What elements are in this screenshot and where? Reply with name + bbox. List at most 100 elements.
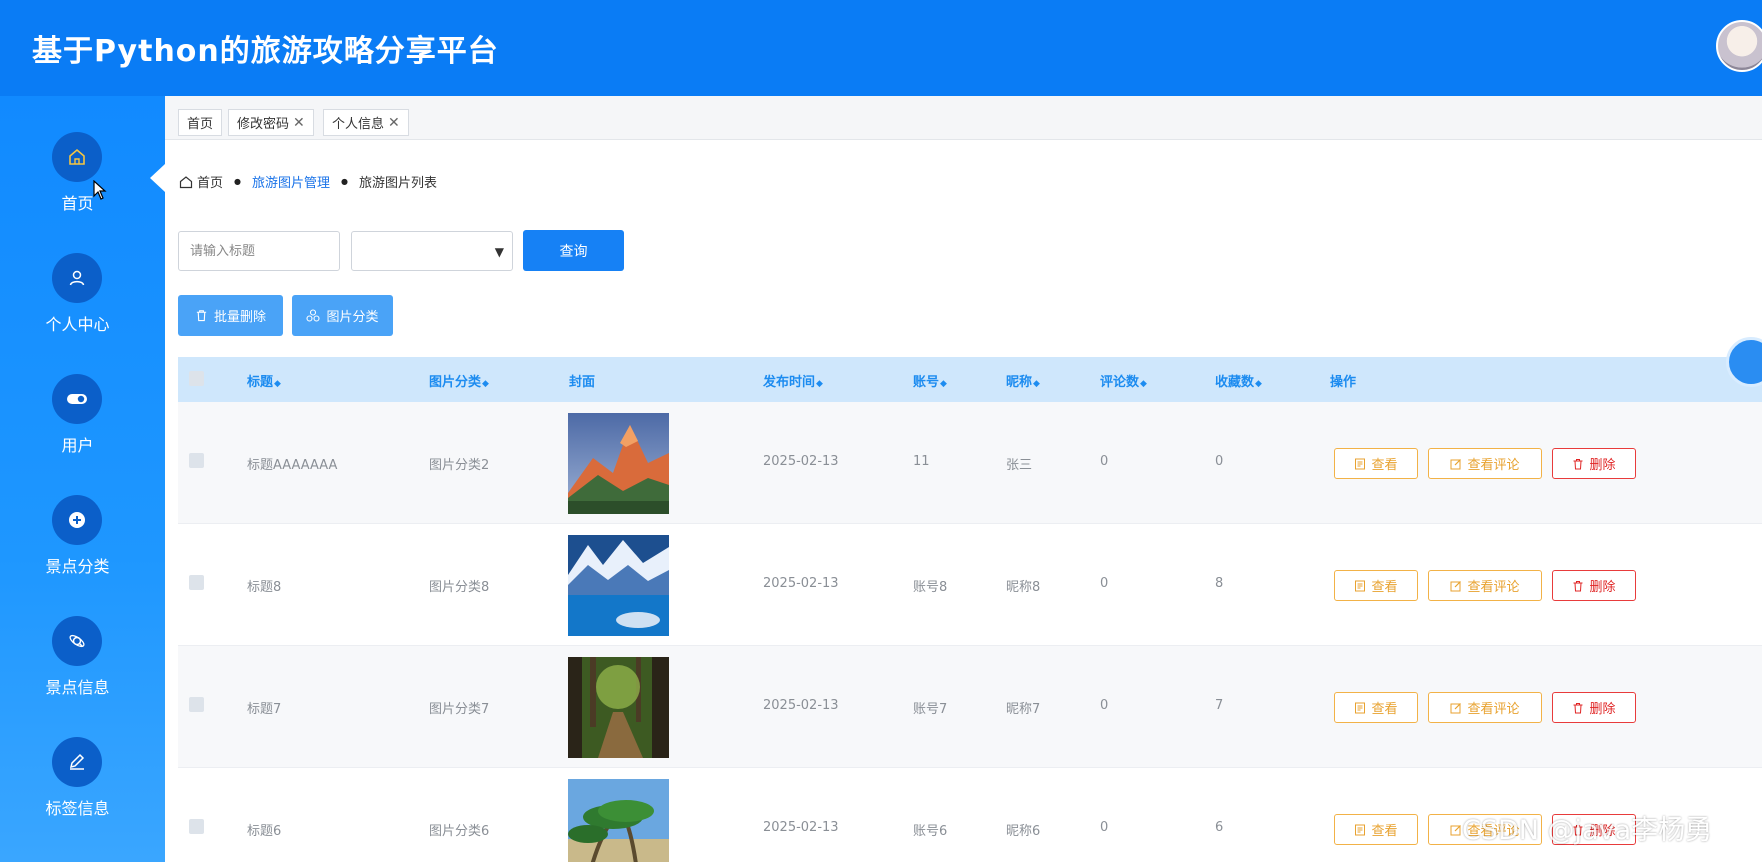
cell-publish-time: 2025-02-13	[763, 454, 839, 469]
cell-category: 图片分类7	[429, 702, 490, 717]
batch-delete-button[interactable]: 批量删除	[178, 295, 283, 336]
plus-circle-icon	[52, 495, 102, 545]
header-publish-time[interactable]: 发布时间◆	[763, 371, 823, 390]
header-nickname[interactable]: 昵称◆	[1006, 371, 1040, 390]
sidebar-item-label: 用户	[61, 436, 94, 455]
sort-icon: ◆	[1033, 379, 1040, 389]
view-button[interactable]: 查看	[1334, 814, 1418, 845]
cell-nickname: 昵称6	[1006, 824, 1041, 839]
header-title[interactable]: 标题◆	[247, 371, 281, 390]
trash-icon	[1573, 458, 1583, 469]
view-comments-label: 查看评论	[1467, 458, 1520, 473]
sidebar-item-personal-center[interactable]: 个人中心	[0, 253, 155, 363]
cell-favorites: 6	[1215, 820, 1224, 835]
cell-category: 图片分类6	[429, 824, 490, 839]
cell-account: 账号7	[913, 702, 948, 717]
app-title: 基于Python的旅游攻略分享平台	[32, 34, 499, 69]
view-label: 查看	[1371, 702, 1398, 717]
category-select[interactable]: ▼	[351, 231, 513, 271]
breadcrumb-current: 旅游图片列表	[359, 176, 438, 191]
watermark: CSDN @java李杨勇	[1462, 815, 1713, 846]
cell-favorites: 7	[1215, 698, 1224, 713]
breadcrumb: 首页 ● 旅游图片管理 ● 旅游图片列表	[179, 172, 437, 191]
close-icon[interactable]: ✕	[293, 115, 305, 131]
cell-account: 11	[913, 454, 930, 469]
row-checkbox[interactable]	[189, 575, 204, 590]
document-icon	[1355, 458, 1366, 469]
header-label: 标题	[247, 375, 274, 390]
table-row: 标题AAAAAAA 图片分类2 2025-02-13 11 张三 0 0 查看 …	[178, 402, 1762, 524]
sidebar-item-scenic-info[interactable]: 景点信息	[0, 616, 155, 726]
tab-personal-info[interactable]: 个人信息 ✕	[323, 109, 409, 136]
header-label: 图片分类	[429, 375, 482, 390]
view-label: 查看	[1371, 580, 1398, 595]
cover-image-palm-beach[interactable]	[568, 779, 669, 862]
select-all-checkbox[interactable]	[189, 371, 204, 386]
delete-button[interactable]: 删除	[1552, 570, 1636, 601]
header-category[interactable]: 图片分类◆	[429, 371, 489, 390]
delete-button[interactable]: 删除	[1552, 448, 1636, 479]
row-checkbox[interactable]	[189, 697, 204, 712]
breadcrumb-section[interactable]: 旅游图片管理	[252, 172, 330, 191]
header-comments[interactable]: 评论数◆	[1100, 371, 1147, 390]
cell-title: 标题AAAAAAA	[247, 458, 338, 473]
view-comments-button[interactable]: 查看评论	[1428, 692, 1542, 723]
header-label: 收藏数	[1215, 375, 1255, 390]
avatar[interactable]	[1716, 20, 1762, 72]
breadcrumb-separator: ●	[341, 177, 348, 186]
breadcrumb-separator: ●	[234, 177, 241, 186]
view-button[interactable]: 查看	[1334, 448, 1418, 479]
close-icon[interactable]: ✕	[388, 115, 400, 131]
cell-category: 图片分类2	[429, 458, 490, 473]
document-icon	[1355, 824, 1366, 835]
sidebar-item-home[interactable]: 首页	[0, 132, 155, 242]
cover-image-mountain[interactable]	[568, 413, 669, 514]
image-category-label: 图片分类	[326, 310, 379, 325]
sidebar-item-label: 标签信息	[45, 799, 110, 818]
sidebar-item-tag-info[interactable]: 标签信息	[0, 737, 155, 847]
query-button[interactable]: 查询	[523, 230, 624, 271]
edit-icon	[1450, 824, 1462, 835]
top-bar: 基于Python的旅游攻略分享平台	[0, 0, 1762, 96]
cell-title: 标题6	[247, 824, 282, 839]
header-label: 发布时间	[763, 375, 816, 390]
header-account[interactable]: 账号◆	[913, 371, 947, 390]
cell-publish-time: 2025-02-13	[763, 576, 839, 591]
sidebar-item-scenic-category[interactable]: 景点分类	[0, 495, 155, 605]
cell-account: 账号8	[913, 580, 948, 595]
toggle-icon	[52, 374, 102, 424]
sidebar-item-label: 景点信息	[45, 678, 110, 697]
tab-change-password[interactable]: 修改密码 ✕	[228, 109, 314, 136]
sidebar-item-users[interactable]: 用户	[0, 374, 155, 484]
view-comments-button[interactable]: 查看评论	[1428, 448, 1542, 479]
table-row: 标题7 图片分类7 2025-02-13 账号7 昵称7 0 7 查看 查看评论…	[178, 646, 1762, 768]
search-input[interactable]	[178, 231, 340, 271]
view-button[interactable]: 查看	[1334, 692, 1418, 723]
header-actions: 操作	[1330, 371, 1356, 390]
tab-label: 首页	[187, 117, 214, 132]
image-category-button[interactable]: 图片分类	[292, 295, 393, 336]
cell-favorites: 0	[1215, 454, 1224, 469]
tab-home[interactable]: 首页	[178, 109, 223, 136]
cell-account: 账号6	[913, 824, 948, 839]
delete-button[interactable]: 删除	[1552, 692, 1636, 723]
document-icon	[1355, 702, 1366, 713]
row-checkbox[interactable]	[189, 819, 204, 834]
cover-image-forest-path[interactable]	[568, 657, 669, 758]
view-comments-label: 查看评论	[1467, 580, 1520, 595]
table-row: 标题8 图片分类8 2025-02-13 账号8 昵称8 0 8 查看 查看评论…	[178, 524, 1762, 646]
view-comments-button[interactable]: 查看评论	[1428, 570, 1542, 601]
breadcrumb-home[interactable]: 首页	[197, 172, 223, 191]
header-label: 封面	[569, 375, 596, 390]
view-comments-label: 查看评论	[1467, 702, 1520, 717]
header-label: 昵称	[1006, 375, 1033, 390]
trash-icon	[1573, 580, 1583, 591]
row-checkbox[interactable]	[189, 453, 204, 468]
sidebar-item-label: 个人中心	[45, 315, 110, 334]
cell-nickname: 张三	[1006, 458, 1033, 473]
batch-delete-label: 批量删除	[213, 310, 266, 325]
cover-image-snowy-lake[interactable]	[568, 535, 669, 636]
header-favorites[interactable]: 收藏数◆	[1215, 371, 1262, 390]
tab-label: 个人信息	[332, 117, 385, 132]
view-button[interactable]: 查看	[1334, 570, 1418, 601]
